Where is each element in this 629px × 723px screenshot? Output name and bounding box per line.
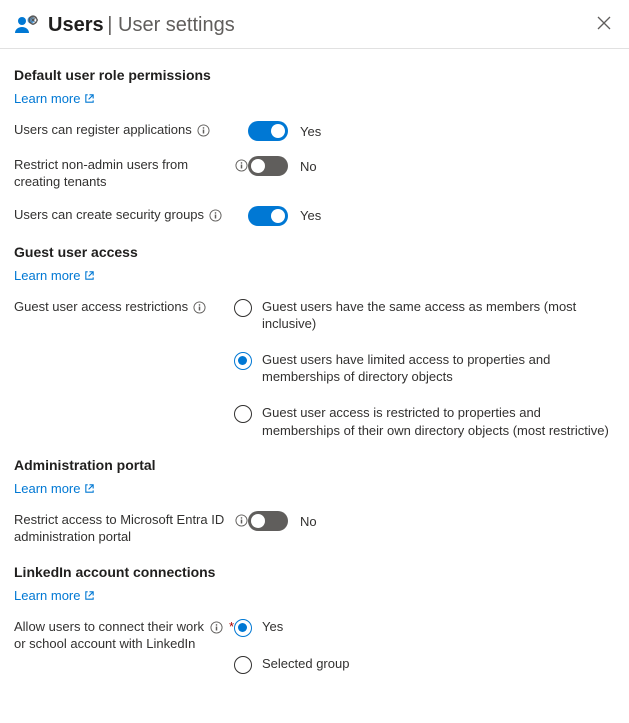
guest-access-radio-group: Guest users have the same access as memb… bbox=[234, 297, 615, 439]
radio-label: Yes bbox=[262, 618, 283, 636]
external-link-icon bbox=[84, 93, 95, 104]
radio-linkedin-selected-group[interactable]: Selected group bbox=[234, 655, 615, 674]
toggle-register-apps[interactable] bbox=[248, 121, 288, 141]
learn-more-default-role[interactable]: Learn more bbox=[14, 91, 95, 106]
info-icon[interactable] bbox=[210, 621, 223, 634]
close-icon bbox=[597, 16, 611, 30]
learn-more-label: Learn more bbox=[14, 588, 80, 603]
linkedin-radio-group: Yes Selected group bbox=[234, 617, 615, 674]
external-link-icon bbox=[84, 590, 95, 601]
label-security-groups: Users can create security groups bbox=[14, 207, 204, 224]
learn-more-label: Learn more bbox=[14, 268, 80, 283]
toggle-restrict-tenants[interactable] bbox=[248, 156, 288, 176]
radio-label: Guest user access is restricted to prope… bbox=[262, 404, 615, 439]
radio-guest-same-access[interactable]: Guest users have the same access as memb… bbox=[234, 298, 615, 333]
section-linkedin: LinkedIn account connections bbox=[14, 564, 615, 580]
label-register-apps: Users can register applications bbox=[14, 122, 192, 139]
radio-guest-restricted-access[interactable]: Guest user access is restricted to prope… bbox=[234, 404, 615, 439]
radio-label: Selected group bbox=[262, 655, 349, 673]
radio-circle bbox=[234, 656, 252, 674]
learn-more-admin-portal[interactable]: Learn more bbox=[14, 481, 95, 496]
toggle-restrict-tenants-value: No bbox=[300, 159, 317, 174]
learn-more-label: Learn more bbox=[14, 481, 80, 496]
title-sub: User settings bbox=[118, 14, 235, 36]
row-security-groups: Users can create security groups Yes bbox=[14, 205, 615, 226]
info-icon[interactable] bbox=[193, 301, 206, 314]
info-icon[interactable] bbox=[209, 209, 222, 222]
title-main: Users bbox=[48, 14, 104, 36]
users-icon bbox=[14, 13, 38, 37]
radio-label: Guest users have limited access to prope… bbox=[262, 351, 615, 386]
label-linkedin-connect: Allow users to connect their work or sch… bbox=[14, 619, 205, 653]
info-icon[interactable] bbox=[235, 159, 248, 172]
learn-more-guest-access[interactable]: Learn more bbox=[14, 268, 95, 283]
info-icon[interactable] bbox=[235, 514, 248, 527]
learn-more-linkedin[interactable]: Learn more bbox=[14, 588, 95, 603]
row-guest-restrictions: Guest user access restrictions Guest use… bbox=[14, 297, 615, 439]
radio-circle bbox=[234, 299, 252, 317]
row-register-applications: Users can register applications Yes bbox=[14, 120, 615, 141]
radio-linkedin-yes[interactable]: Yes bbox=[234, 618, 615, 637]
panel-header: Users | User settings bbox=[0, 0, 629, 49]
radio-circle bbox=[234, 405, 252, 423]
radio-label: Guest users have the same access as memb… bbox=[262, 298, 615, 333]
toggle-register-apps-value: Yes bbox=[300, 124, 321, 139]
row-restrict-admin-portal: Restrict access to Microsoft Entra ID ad… bbox=[14, 510, 615, 546]
section-guest-access: Guest user access bbox=[14, 244, 615, 260]
toggle-restrict-admin-portal-value: No bbox=[300, 514, 317, 529]
row-restrict-tenants: Restrict non-admin users from creating t… bbox=[14, 155, 615, 191]
page-title: Users | User settings bbox=[48, 14, 235, 37]
radio-circle bbox=[234, 352, 252, 370]
external-link-icon bbox=[84, 483, 95, 494]
info-icon[interactable] bbox=[197, 124, 210, 137]
section-default-user-role: Default user role permissions bbox=[14, 67, 615, 83]
label-restrict-tenants: Restrict non-admin users from creating t… bbox=[14, 157, 230, 191]
label-restrict-admin-portal: Restrict access to Microsoft Entra ID ad… bbox=[14, 512, 230, 546]
section-admin-portal: Administration portal bbox=[14, 457, 615, 473]
toggle-security-groups[interactable] bbox=[248, 206, 288, 226]
toggle-security-groups-value: Yes bbox=[300, 208, 321, 223]
label-guest-restrictions: Guest user access restrictions bbox=[14, 299, 188, 316]
close-button[interactable] bbox=[593, 12, 615, 38]
radio-circle bbox=[234, 619, 252, 637]
radio-guest-limited-access[interactable]: Guest users have limited access to prope… bbox=[234, 351, 615, 386]
learn-more-label: Learn more bbox=[14, 91, 80, 106]
panel-content: Default user role permissions Learn more… bbox=[0, 49, 629, 698]
title-divider: | bbox=[107, 14, 118, 36]
external-link-icon bbox=[84, 270, 95, 281]
row-linkedin-connect: Allow users to connect their work or sch… bbox=[14, 617, 615, 674]
toggle-restrict-admin-portal[interactable] bbox=[248, 511, 288, 531]
